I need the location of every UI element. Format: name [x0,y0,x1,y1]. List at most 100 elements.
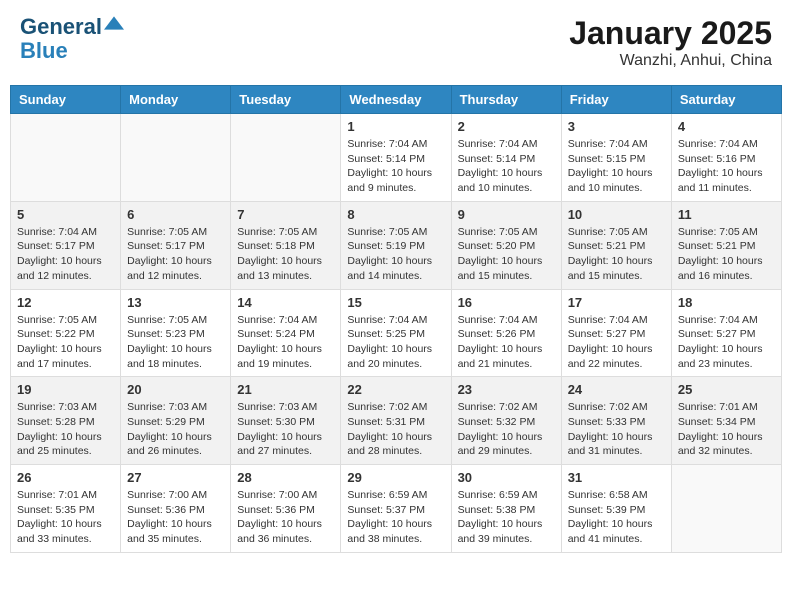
day-info: Sunrise: 7:05 AMSunset: 5:19 PMDaylight:… [347,225,444,284]
day-number: 9 [458,207,555,222]
day-number: 17 [568,295,665,310]
day-number: 31 [568,470,665,485]
table-row: 9Sunrise: 7:05 AMSunset: 5:20 PMDaylight… [451,201,561,289]
table-row: 14 Sunrise: 7:04 AMSunset: 5:24 PMDayligh… [231,289,341,377]
table-row: 24 Sunrise: 7:02 AMSunset: 5:33 PMDayligh… [561,377,671,465]
calendar-week-row: 1 Sunrise: 7:04 AMSunset: 5:14 PMDaylight… [11,114,782,202]
table-row: 25 Sunrise: 7:01 AMSunset: 5:34 PMDayligh… [671,377,781,465]
day-number: 8 [347,207,444,222]
day-info: Sunrise: 7:04 AMSunset: 5:26 PMDaylight:… [458,313,555,372]
day-number: 13 [127,295,224,310]
month-title: January 2025 [569,15,772,52]
table-row: 29 Sunrise: 6:59 AMSunset: 5:37 PMDayligh… [341,465,451,553]
day-info: Sunrise: 6:58 AMSunset: 5:39 PMDaylight:… [568,488,665,547]
table-row: 12Sunrise: 7:05 AMSunset: 5:22 PMDayligh… [11,289,121,377]
page-header: General Blue January 2025 Wanzhi, Anhui,… [10,10,782,75]
day-number: 7 [237,207,334,222]
calendar-week-row: 5Sunrise: 7:04 AMSunset: 5:17 PMDaylight… [11,201,782,289]
day-info: Sunrise: 7:01 AMSunset: 5:35 PMDaylight:… [17,488,114,547]
day-number: 29 [347,470,444,485]
day-number: 1 [347,119,444,134]
day-info: Sunrise: 7:02 AMSunset: 5:31 PMDaylight:… [347,400,444,459]
table-row: 15 Sunrise: 7:04 AMSunset: 5:25 PMDayligh… [341,289,451,377]
calendar-week-row: 12Sunrise: 7:05 AMSunset: 5:22 PMDayligh… [11,289,782,377]
table-row: 19 Sunrise: 7:03 AMSunset: 5:28 PMDayligh… [11,377,121,465]
table-row: 6Sunrise: 7:05 AMSunset: 5:17 PMDaylight… [121,201,231,289]
day-info: Sunrise: 7:02 AMSunset: 5:33 PMDaylight:… [568,400,665,459]
day-info: Sunrise: 7:03 AMSunset: 5:28 PMDaylight:… [17,400,114,459]
col-thursday: Thursday [451,86,561,114]
calendar-week-row: 26 Sunrise: 7:01 AMSunset: 5:35 PMDayligh… [11,465,782,553]
day-number: 16 [458,295,555,310]
logo-icon [104,13,124,33]
logo-text-general: General [20,15,102,39]
table-row: 3 Sunrise: 7:04 AMSunset: 5:15 PMDaylight… [561,114,671,202]
table-row: 22Sunrise: 7:02 AMSunset: 5:31 PMDayligh… [341,377,451,465]
day-info: Sunrise: 7:04 AMSunset: 5:24 PMDaylight:… [237,313,334,372]
day-info: Sunrise: 7:05 AMSunset: 5:21 PMDaylight:… [678,225,775,284]
day-number: 26 [17,470,114,485]
col-tuesday: Tuesday [231,86,341,114]
day-info: Sunrise: 7:04 AMSunset: 5:15 PMDaylight:… [568,137,665,196]
day-info: Sunrise: 7:05 AMSunset: 5:21 PMDaylight:… [568,225,665,284]
day-info: Sunrise: 7:05 AMSunset: 5:17 PMDaylight:… [127,225,224,284]
table-row: 13 Sunrise: 7:05 AMSunset: 5:23 PMDayligh… [121,289,231,377]
day-info: Sunrise: 7:04 AMSunset: 5:16 PMDaylight:… [678,137,775,196]
table-row: 20Sunrise: 7:03 AMSunset: 5:29 PMDayligh… [121,377,231,465]
day-info: Sunrise: 7:00 AMSunset: 5:36 PMDaylight:… [237,488,334,547]
table-row: 5Sunrise: 7:04 AMSunset: 5:17 PMDaylight… [11,201,121,289]
day-number: 30 [458,470,555,485]
table-row [121,114,231,202]
table-row: 27 Sunrise: 7:00 AMSunset: 5:36 PMDayligh… [121,465,231,553]
table-row: 18 Sunrise: 7:04 AMSunset: 5:27 PMDayligh… [671,289,781,377]
title-area: January 2025 Wanzhi, Anhui, China [569,15,772,70]
day-number: 4 [678,119,775,134]
day-number: 27 [127,470,224,485]
day-info: Sunrise: 7:04 AMSunset: 5:27 PMDaylight:… [568,313,665,372]
col-sunday: Sunday [11,86,121,114]
day-info: Sunrise: 7:04 AMSunset: 5:25 PMDaylight:… [347,313,444,372]
day-number: 28 [237,470,334,485]
location: Wanzhi, Anhui, China [569,52,772,70]
day-info: Sunrise: 7:01 AMSunset: 5:34 PMDaylight:… [678,400,775,459]
col-monday: Monday [121,86,231,114]
day-number: 18 [678,295,775,310]
day-info: Sunrise: 7:00 AMSunset: 5:36 PMDaylight:… [127,488,224,547]
day-info: Sunrise: 7:04 AMSunset: 5:27 PMDaylight:… [678,313,775,372]
table-row: 17 Sunrise: 7:04 AMSunset: 5:27 PMDayligh… [561,289,671,377]
table-row: 4 Sunrise: 7:04 AMSunset: 5:16 PMDaylight… [671,114,781,202]
day-number: 20 [127,382,224,397]
table-row: 31 Sunrise: 6:58 AMSunset: 5:39 PMDayligh… [561,465,671,553]
table-row: 1 Sunrise: 7:04 AMSunset: 5:14 PMDaylight… [341,114,451,202]
table-row: 10Sunrise: 7:05 AMSunset: 5:21 PMDayligh… [561,201,671,289]
table-row [671,465,781,553]
table-row [231,114,341,202]
table-row: 8 Sunrise: 7:05 AMSunset: 5:19 PMDaylight… [341,201,451,289]
day-number: 23 [458,382,555,397]
calendar-table: Sunday Monday Tuesday Wednesday Thursday… [10,85,782,553]
day-number: 24 [568,382,665,397]
day-info: Sunrise: 7:05 AMSunset: 5:23 PMDaylight:… [127,313,224,372]
day-info: Sunrise: 7:05 AMSunset: 5:18 PMDaylight:… [237,225,334,284]
day-number: 15 [347,295,444,310]
col-wednesday: Wednesday [341,86,451,114]
day-number: 2 [458,119,555,134]
table-row: 11 Sunrise: 7:05 AMSunset: 5:21 PMDayligh… [671,201,781,289]
day-number: 25 [678,382,775,397]
col-friday: Friday [561,86,671,114]
day-info: Sunrise: 7:05 AMSunset: 5:22 PMDaylight:… [17,313,114,372]
day-number: 3 [568,119,665,134]
day-info: Sunrise: 7:04 AMSunset: 5:14 PMDaylight:… [458,137,555,196]
day-info: Sunrise: 7:03 AMSunset: 5:30 PMDaylight:… [237,400,334,459]
table-row: 30Sunrise: 6:59 AMSunset: 5:38 PMDayligh… [451,465,561,553]
day-info: Sunrise: 7:04 AMSunset: 5:14 PMDaylight:… [347,137,444,196]
day-number: 14 [237,295,334,310]
day-number: 11 [678,207,775,222]
day-info: Sunrise: 6:59 AMSunset: 5:37 PMDaylight:… [347,488,444,547]
day-info: Sunrise: 7:04 AMSunset: 5:17 PMDaylight:… [17,225,114,284]
table-row: 7 Sunrise: 7:05 AMSunset: 5:18 PMDaylight… [231,201,341,289]
col-saturday: Saturday [671,86,781,114]
table-row [11,114,121,202]
table-row: 26 Sunrise: 7:01 AMSunset: 5:35 PMDayligh… [11,465,121,553]
day-number: 19 [17,382,114,397]
